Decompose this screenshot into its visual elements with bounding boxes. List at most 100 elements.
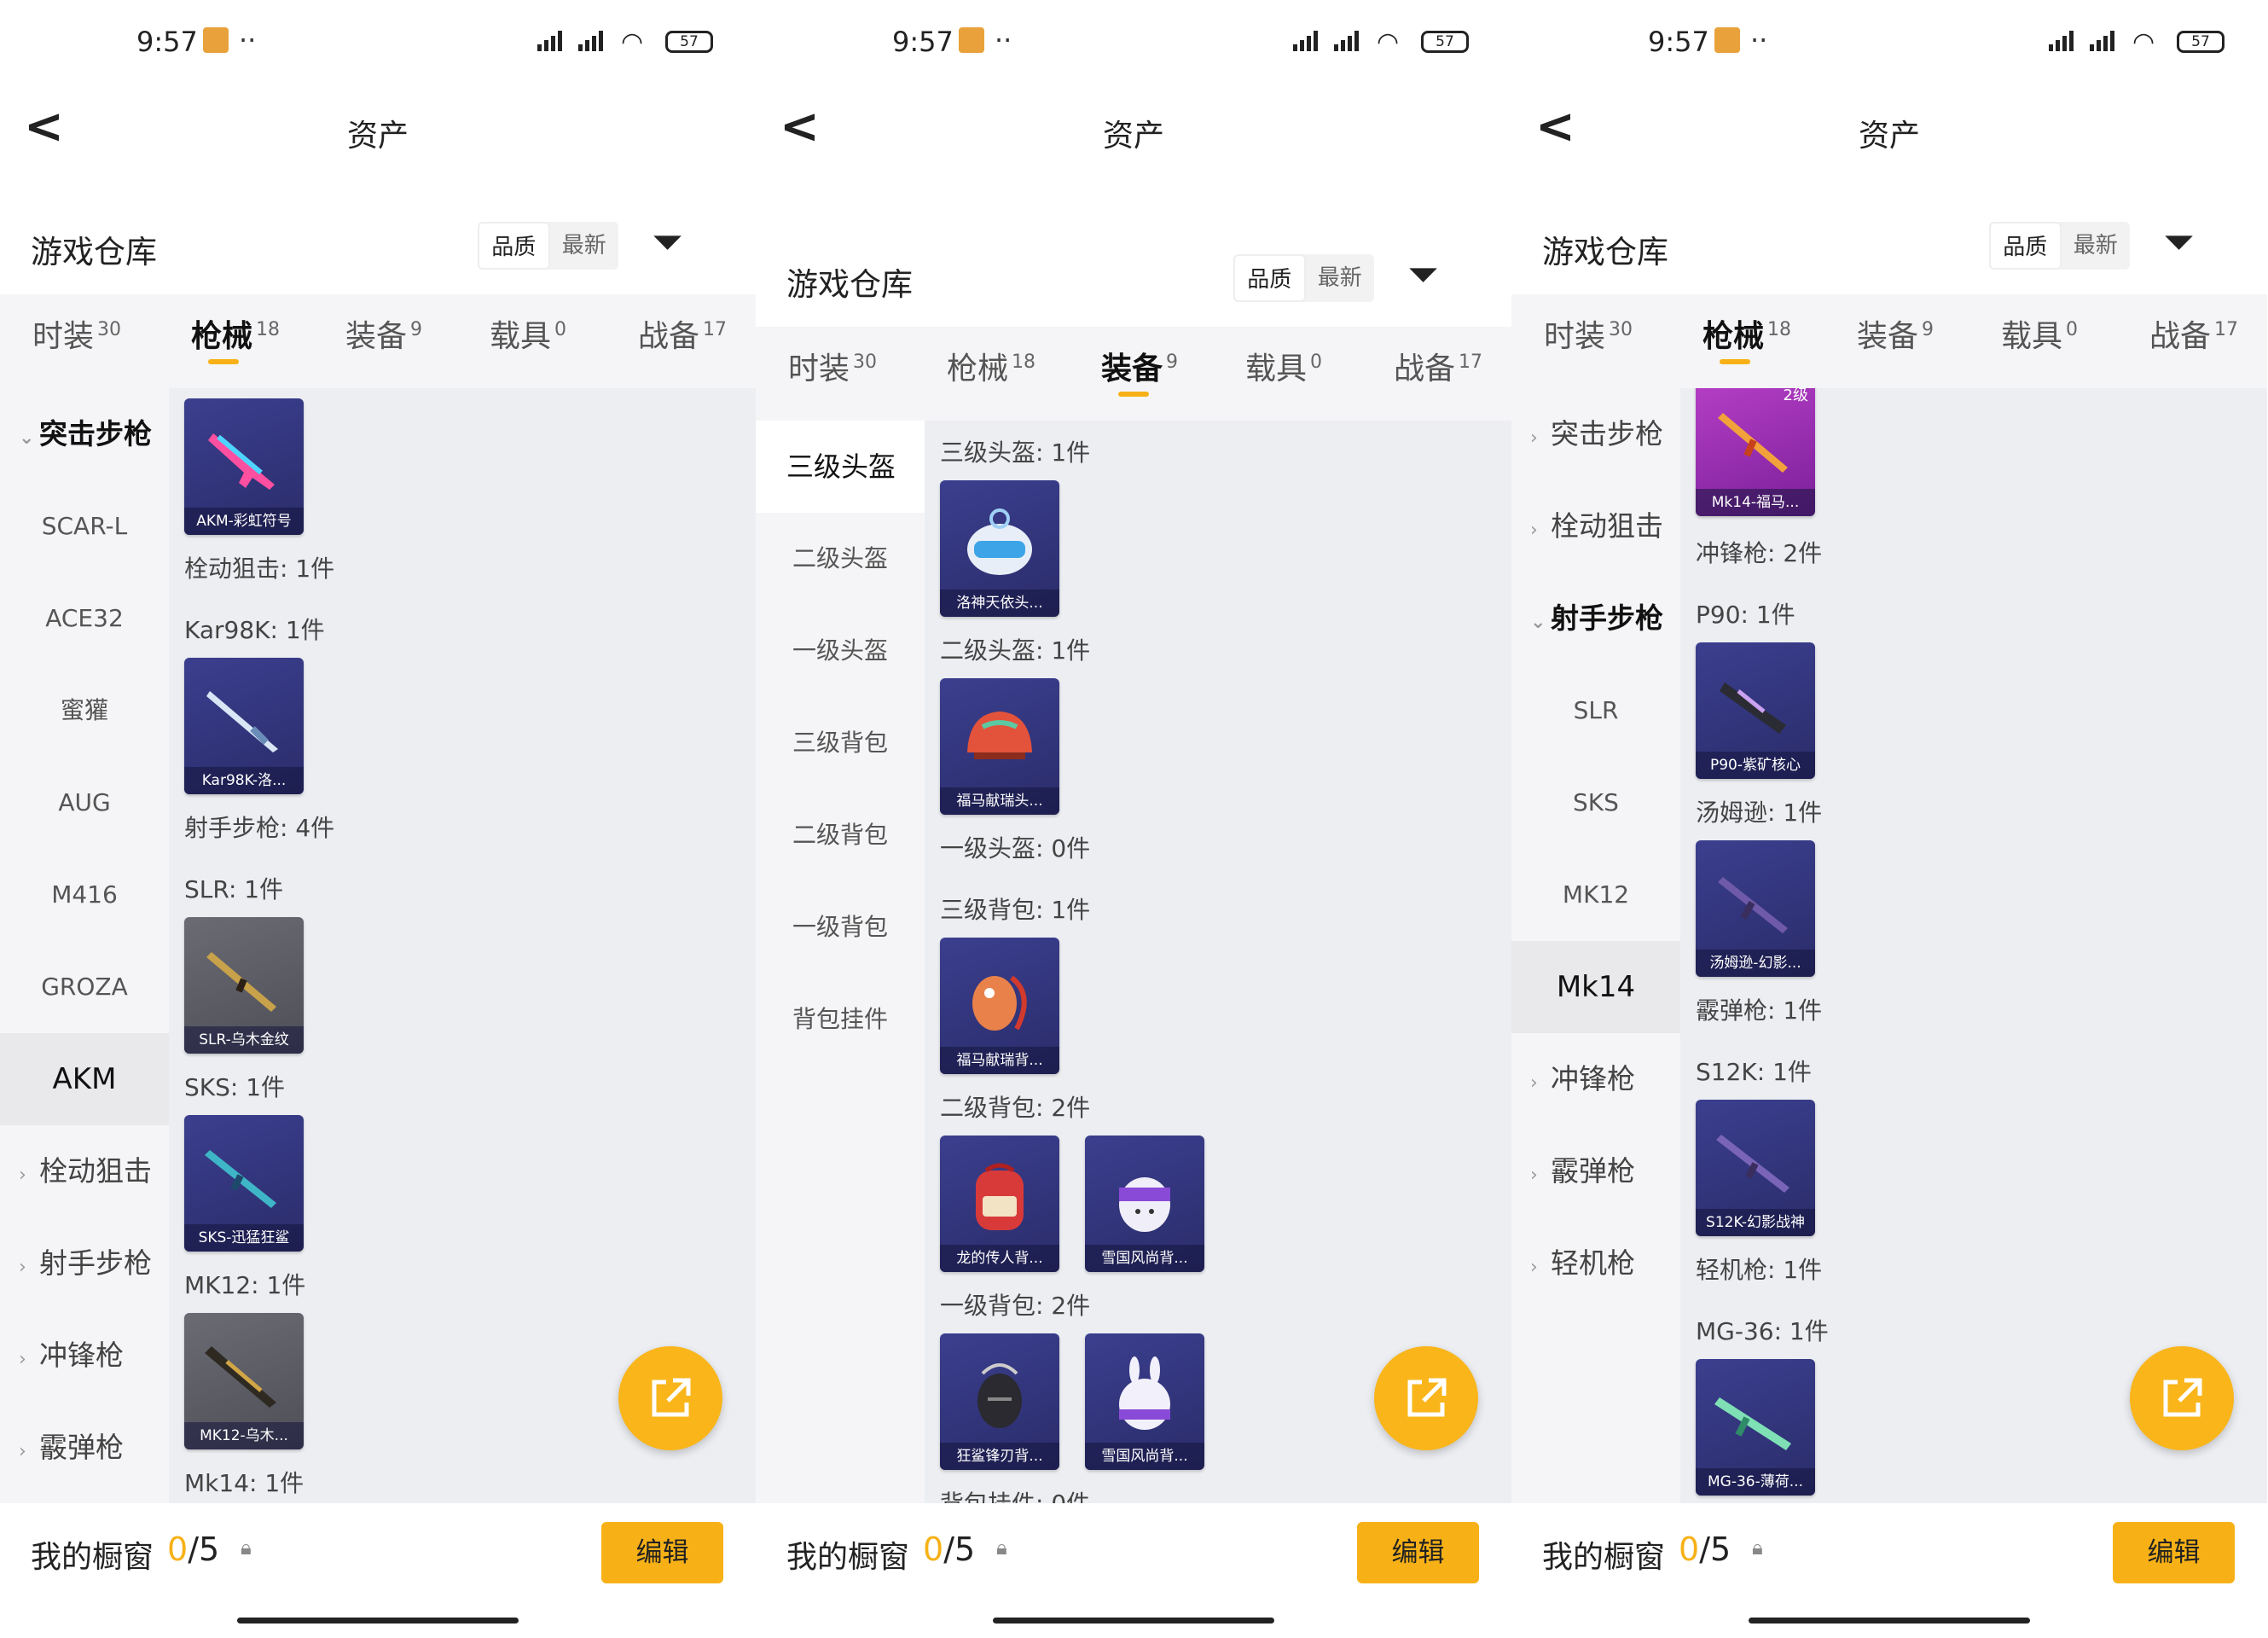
sidebar-item-backpack-3[interactable]: 三级背包 [756, 697, 925, 789]
item-card[interactable]: S12K-幻影战神 [1696, 1100, 1815, 1236]
sidebar-item-bolt-sniper[interactable]: › 栓动狙击 [0, 1125, 169, 1217]
item-card[interactable]: 雪国风尚背... [1085, 1333, 1204, 1470]
item-card[interactable]: 2级 Mk14-福马... [1696, 388, 1815, 516]
tab-equipment[interactable]: 装备 9 [345, 311, 422, 356]
sidebar-item-smg[interactable]: › 冲锋枪 [1511, 1033, 1680, 1125]
sidebar-item-sks[interactable]: SKS [1511, 757, 1680, 849]
home-indicator[interactable] [993, 1618, 1274, 1623]
tab-guns[interactable]: 枪械 18 [1702, 311, 1791, 364]
item-card[interactable]: 雪国风尚背... [1085, 1136, 1204, 1272]
tab-supplies[interactable]: 战备 17 [2149, 311, 2238, 356]
nav-bar: < 资产 [1511, 85, 2267, 179]
helmet-icon [954, 499, 1046, 584]
sidebar-item-backpack-2[interactable]: 二级背包 [756, 789, 925, 881]
filter-icon[interactable]: ⏷ [1407, 251, 1439, 299]
item-card[interactable]: Kar98K-洛... [184, 658, 304, 794]
filter-icon[interactable]: ⏷ [2163, 218, 2195, 266]
sidebar-item-helmet-1[interactable]: 一级头盔 [756, 605, 925, 697]
nav-bar: < 资产 [756, 85, 1511, 179]
battery-icon: 57 [2177, 31, 2224, 53]
sidebar-item-ace32[interactable]: ACE32 [0, 572, 169, 665]
home-indicator[interactable] [1749, 1618, 2030, 1623]
share-button[interactable] [618, 1346, 722, 1450]
filter-icon[interactable]: ⏷ [652, 218, 683, 266]
sidebar-item-backpack-charm[interactable]: 背包挂件 [756, 973, 925, 1066]
share-button[interactable] [2130, 1346, 2234, 1450]
app-notification-icon [203, 27, 229, 53]
sidebar-item-mk12[interactable]: MK12 [1511, 849, 1680, 941]
group-label: SKS: 1件 [184, 1073, 286, 1101]
item-card[interactable]: AKM-彩虹符号 [184, 398, 304, 535]
sort-quality-button[interactable]: 品质 [1233, 254, 1306, 302]
backpack-icon [954, 956, 1046, 1042]
tab-fashion[interactable]: 时装 30 [1544, 311, 1633, 356]
inventory-content: ⌄ 突击步枪 SCAR-L ACE32 蜜獾 AUG M416 GROZA AKM… [0, 388, 756, 1503]
tab-vehicles[interactable]: 载具 0 [1245, 344, 1322, 388]
tab-vehicles[interactable]: 载具 0 [490, 311, 566, 356]
item-card[interactable]: 狂鲨锋刃背... [940, 1333, 1059, 1470]
category-sidebar: ⌄ 突击步枪 SCAR-L ACE32 蜜獾 AUG M416 GROZA AKM… [0, 388, 169, 1503]
sidebar-item-smg[interactable]: › 冲锋枪 [0, 1310, 169, 1402]
sidebar-item-m416[interactable]: M416 [0, 849, 169, 941]
sidebar-item-scar-l[interactable]: SCAR-L [0, 480, 169, 572]
sidebar-item-marksman[interactable]: ⌄ 射手步枪 [1511, 572, 1680, 665]
home-indicator[interactable] [237, 1618, 519, 1623]
item-caption: SKS-迅猛狂鲨 [184, 1224, 304, 1252]
tab-vehicles[interactable]: 载具 0 [2001, 311, 2078, 356]
sidebar-item-assault-rifles[interactable]: ⌄ 突击步枪 [0, 388, 169, 480]
share-button[interactable] [1374, 1346, 1478, 1450]
sidebar-item-helmet-3[interactable]: 三级头盔 [756, 421, 925, 513]
edit-button[interactable]: 编辑 [1357, 1522, 1479, 1583]
edit-button[interactable]: 编辑 [2113, 1522, 2235, 1583]
sidebar-item-aug[interactable]: AUG [0, 757, 169, 849]
sidebar-item-bolt-sniper[interactable]: › 栓动狙击 [1511, 480, 1680, 572]
tab-fashion[interactable]: 时装 30 [788, 344, 877, 388]
sidebar-item-lmg[interactable]: › 轻机枪 [1511, 1217, 1680, 1310]
sidebar-item-honey-badger[interactable]: 蜜獾 [0, 665, 169, 757]
item-card[interactable]: MK12-乌木... [184, 1313, 304, 1449]
sort-latest-button[interactable]: 最新 [2062, 222, 2131, 270]
group-label: P90: 1件 [1696, 601, 1795, 629]
status-time: 9:57 [1648, 26, 1709, 58]
item-card[interactable]: 洛神天依头... [940, 480, 1059, 617]
edit-button[interactable]: 编辑 [601, 1522, 723, 1583]
item-card[interactable]: 汤姆逊-幻影... [1696, 840, 1815, 977]
rifle-icon [198, 936, 290, 1021]
sidebar-item-assault-rifles[interactable]: › 突击步枪 [1511, 388, 1680, 480]
sidebar-item-slr[interactable]: SLR [1511, 665, 1680, 757]
tab-equipment[interactable]: 装备 9 [1101, 344, 1178, 397]
phone-screen-guns-marksman: 9:57 ·· ◠ 57 < 资产 游戏仓库 品质 最新 ⏷ 时装 30 枪械 18… [1511, 0, 2267, 1638]
sidebar-item-shotgun[interactable]: › 霰弹枪 [0, 1402, 169, 1494]
tab-fashion[interactable]: 时装 30 [32, 311, 121, 356]
tab-guns[interactable]: 枪械 18 [947, 344, 1035, 388]
item-card[interactable]: 龙的传人背... [940, 1136, 1059, 1272]
tab-equipment[interactable]: 装备 9 [1857, 311, 1934, 356]
nav-bar: < 资产 [0, 85, 756, 179]
tab-supplies[interactable]: 战备 17 [638, 311, 727, 356]
item-card[interactable]: P90-紫矿核心 [1696, 642, 1815, 779]
sidebar-item-backpack-1[interactable]: 一级背包 [756, 881, 925, 973]
sort-toggle: 品质 最新 [1989, 222, 2130, 270]
sidebar-item-groza[interactable]: GROZA [0, 941, 169, 1033]
item-caption: AKM-彩虹符号 [184, 508, 304, 535]
sidebar-item-shotgun[interactable]: › 霰弹枪 [1511, 1125, 1680, 1217]
rifle-icon [1709, 398, 1801, 484]
item-card[interactable]: SKS-迅猛狂鲨 [184, 1115, 304, 1252]
item-card[interactable]: 福马献瑞背... [940, 938, 1059, 1074]
sidebar-item-akm[interactable]: AKM [0, 1033, 169, 1125]
sidebar-item-mk14[interactable]: Mk14 [1511, 941, 1680, 1033]
sort-quality-button[interactable]: 品质 [478, 222, 550, 270]
sidebar-item-helmet-2[interactable]: 二级头盔 [756, 513, 925, 605]
item-caption: 汤姆逊-幻影... [1696, 950, 1815, 977]
sort-latest-button[interactable]: 最新 [550, 222, 619, 270]
sort-latest-button[interactable]: 最新 [1306, 254, 1375, 302]
sort-quality-button[interactable]: 品质 [1989, 222, 2062, 270]
sidebar-item-marksman[interactable]: › 射手步枪 [0, 1217, 169, 1310]
item-card[interactable]: 福马献瑞头... [940, 678, 1059, 815]
showcase-label: 我的橱窗 [786, 1540, 910, 1575]
item-card[interactable]: SLR-乌木金纹 [184, 917, 304, 1054]
tab-guns[interactable]: 枪械 18 [191, 311, 280, 364]
tab-supplies[interactable]: 战备 17 [1394, 344, 1482, 388]
app-notification-icon [959, 27, 984, 53]
item-card[interactable]: MG-36-薄荷... [1696, 1359, 1815, 1496]
